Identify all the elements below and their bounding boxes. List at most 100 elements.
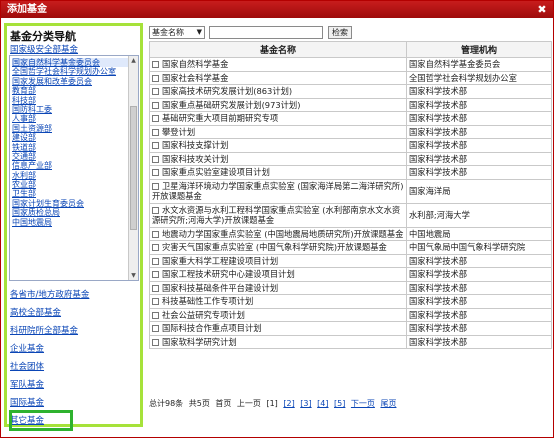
agency-list-item[interactable]: 农业部 bbox=[12, 180, 128, 189]
agency-listbox[interactable]: 国家自然科学基金委员会 全国哲学社会科学规划办公室 国家发展和改革委员会 教育部 科技部… bbox=[9, 55, 139, 281]
agency-list-item[interactable]: 信息产业部 bbox=[12, 161, 128, 170]
row-checkbox[interactable] bbox=[152, 244, 159, 251]
fund-org-cell: 国家科学技术部 bbox=[406, 111, 552, 126]
pager-page-1: [1] bbox=[266, 399, 278, 408]
table-row[interactable]: 水文水资源与水利工程科学国家重点实验室 (水利部南京水文水资源研究所;河海大学)… bbox=[149, 202, 552, 228]
fund-name: 国家科技攻关计划 bbox=[162, 153, 229, 164]
table-row[interactable]: 社会公益研究专项计划 国家科学技术部 bbox=[149, 307, 552, 322]
fund-name-cell: 基础研究重大项目前期研究专项 bbox=[149, 111, 407, 126]
row-checkbox[interactable] bbox=[152, 88, 159, 95]
row-checkbox[interactable] bbox=[152, 74, 159, 82]
row-checkbox[interactable] bbox=[152, 271, 159, 278]
nav-group-institutes[interactable]: 科研院所全部基金 bbox=[10, 324, 78, 336]
agency-list-item[interactable]: 国土资源部 bbox=[12, 124, 128, 133]
agency-list-item[interactable]: 教育部 bbox=[12, 86, 128, 95]
nav-group-international[interactable]: 国际基金 bbox=[10, 396, 44, 408]
fund-name: 国家科技支撑计划 bbox=[162, 140, 229, 150]
table-row[interactable]: 国家高技术研究发展计划(863计划) 国家科学技术部 bbox=[149, 84, 552, 99]
fund-name-cell: 社会公益研究专项计划 bbox=[149, 307, 407, 322]
row-checkbox[interactable] bbox=[152, 311, 159, 319]
fund-name: 国家软科学研究计划 bbox=[162, 336, 237, 347]
fund-name-cell: 卫星海洋环境动力学国家重点实验室 (国家海洋局第二海洋研究所)开放课题基金 bbox=[149, 178, 407, 204]
row-checkbox[interactable] bbox=[152, 182, 159, 190]
fund-name: 国家工程技术研究中心建设项目计划 bbox=[162, 269, 295, 279]
nav-group-enterprise[interactable]: 企业基金 bbox=[10, 342, 44, 354]
row-checkbox[interactable] bbox=[152, 101, 159, 109]
table-row[interactable]: 地震动力学国家重点实验室 (中国地震局地质研究所)开放课题基金 中国地震局 bbox=[149, 226, 552, 241]
table-row[interactable]: 国际科技合作重点项目计划 国家科学技术部 bbox=[149, 321, 552, 336]
scroll-thumb[interactable] bbox=[130, 106, 137, 230]
agency-list-item[interactable]: 国防科工委 bbox=[12, 105, 128, 114]
table-row[interactable]: 基础研究重大项目前期研究专项 国家科学技术部 bbox=[149, 111, 552, 126]
agency-list-item[interactable]: 卫生部 bbox=[12, 189, 128, 198]
agency-list-item[interactable]: 国家发展和改革委员会 bbox=[12, 77, 128, 86]
search-button[interactable]: 检索 bbox=[328, 26, 352, 39]
fund-org-cell: 国家科学技术部 bbox=[406, 294, 552, 309]
table-row[interactable]: 国家重点实验室建设项目计划 国家科学技术部 bbox=[149, 165, 552, 180]
fund-name-cell: 水文水资源与水利工程科学国家重点实验室 (水利部南京水文水资源研究所;河海大学)… bbox=[149, 202, 407, 228]
row-checkbox[interactable] bbox=[152, 115, 159, 122]
listbox-scrollbar[interactable]: ▲ ▼ bbox=[128, 56, 138, 280]
pager-page-5[interactable]: [5] bbox=[334, 399, 345, 408]
agency-list-item[interactable]: 水利部 bbox=[12, 171, 128, 180]
fund-org-cell: 国家自然科学基金委员会 bbox=[406, 57, 552, 72]
agency-list: 国家自然科学基金委员会 全国哲学社会科学规划办公室 国家发展和改革委员会 教育部 科技部… bbox=[12, 58, 128, 227]
table-row[interactable]: 灾害天气国家重点实验室 (中国气象科学研究院)开放课题基金 中国气象局中国气象科学… bbox=[149, 240, 552, 255]
agency-list-item[interactable]: 交通部 bbox=[12, 152, 128, 161]
row-checkbox[interactable] bbox=[152, 338, 159, 346]
pager-page-4[interactable]: [4] bbox=[317, 399, 328, 408]
agency-list-item[interactable]: 国家自然科学基金委员会 bbox=[12, 58, 128, 68]
row-checkbox[interactable] bbox=[152, 284, 159, 292]
row-checkbox[interactable] bbox=[152, 61, 159, 68]
selection-highlight bbox=[9, 410, 73, 431]
nav-group-universities[interactable]: 高校全部基金 bbox=[10, 306, 61, 318]
fund-org-cell: 国家科学技术部 bbox=[406, 124, 552, 139]
pager-last[interactable]: 尾页 bbox=[380, 399, 396, 408]
table-row[interactable]: 国家工程技术研究中心建设项目计划 国家科学技术部 bbox=[149, 267, 552, 282]
nav-group-local-gov[interactable]: 各省市/地方政府基金 bbox=[10, 288, 89, 300]
table-row[interactable]: 国家社会科学基金 全国哲学社会科学规划办公室 bbox=[149, 70, 552, 85]
agency-list-item[interactable]: 全国哲学社会科学规划办公室 bbox=[12, 67, 128, 76]
close-icon[interactable]: ✖ bbox=[536, 1, 548, 18]
agency-list-item[interactable]: 铁道部 bbox=[12, 143, 128, 152]
scroll-down-icon[interactable]: ▼ bbox=[129, 271, 138, 280]
row-checkbox[interactable] bbox=[152, 128, 159, 136]
table-row[interactable]: 攀登计划 国家科学技术部 bbox=[149, 124, 552, 139]
nav-group-social[interactable]: 社会团体 bbox=[10, 360, 44, 372]
table-row[interactable]: 国家自然科学基金 国家自然科学基金委员会 bbox=[149, 57, 552, 72]
table-row[interactable]: 科技基础性工作专项计划 国家科学技术部 bbox=[149, 294, 552, 309]
table-row[interactable]: 国家科技支撑计划 国家科学技术部 bbox=[149, 138, 552, 153]
row-checkbox[interactable] bbox=[152, 155, 159, 163]
table-row[interactable]: 国家科技基础条件平台建设计划 国家科学技术部 bbox=[149, 280, 552, 295]
agency-list-item[interactable]: 人事部 bbox=[12, 114, 128, 123]
table-row[interactable]: 卫星海洋环境动力学国家重点实验室 (国家海洋局第二海洋研究所)开放课题基金 国家海… bbox=[149, 178, 552, 204]
nav-group-military[interactable]: 军队基金 bbox=[10, 378, 44, 390]
pager-next[interactable]: 下一页 bbox=[351, 399, 375, 408]
table-row[interactable]: 国家软科学研究计划 国家科学技术部 bbox=[149, 334, 552, 349]
table-row[interactable]: 国家重大科学工程建设项目计划 国家科学技术部 bbox=[149, 253, 552, 268]
scroll-up-icon[interactable]: ▲ bbox=[129, 56, 138, 65]
table-row[interactable]: 国家科技攻关计划 国家科学技术部 bbox=[149, 151, 552, 166]
agency-list-item[interactable]: 中国地震局 bbox=[12, 218, 128, 227]
pager-page-2[interactable]: [2] bbox=[283, 399, 294, 408]
search-field-select[interactable]: 基金名称 ▼ bbox=[149, 26, 205, 39]
row-checkbox[interactable] bbox=[152, 169, 159, 176]
fund-name-cell: 国际科技合作重点项目计划 bbox=[149, 321, 407, 336]
nav-link-national-all[interactable]: 国家级安全部基金 bbox=[10, 43, 78, 55]
pager-page-3[interactable]: [3] bbox=[300, 399, 311, 408]
row-checkbox[interactable] bbox=[152, 230, 159, 238]
table-header-row: 基金名称 管理机构 bbox=[149, 41, 552, 58]
col-header-name: 基金名称 bbox=[149, 41, 407, 58]
search-input[interactable] bbox=[209, 26, 323, 39]
fund-org-cell: 中国地震局 bbox=[406, 226, 552, 241]
agency-list-item[interactable]: 建设部 bbox=[12, 133, 128, 142]
row-checkbox[interactable] bbox=[152, 142, 159, 149]
row-checkbox[interactable] bbox=[152, 206, 159, 214]
row-checkbox[interactable] bbox=[152, 298, 159, 305]
agency-list-item[interactable]: 科技部 bbox=[12, 96, 128, 105]
agency-list-item[interactable]: 国家质检总局 bbox=[12, 208, 128, 217]
row-checkbox[interactable] bbox=[152, 257, 159, 265]
agency-list-item[interactable]: 国家计划生育委员会 bbox=[12, 199, 128, 208]
row-checkbox[interactable] bbox=[152, 325, 159, 332]
table-row[interactable]: 国家重点基础研究发展计划(973计划) 国家科学技术部 bbox=[149, 97, 552, 112]
